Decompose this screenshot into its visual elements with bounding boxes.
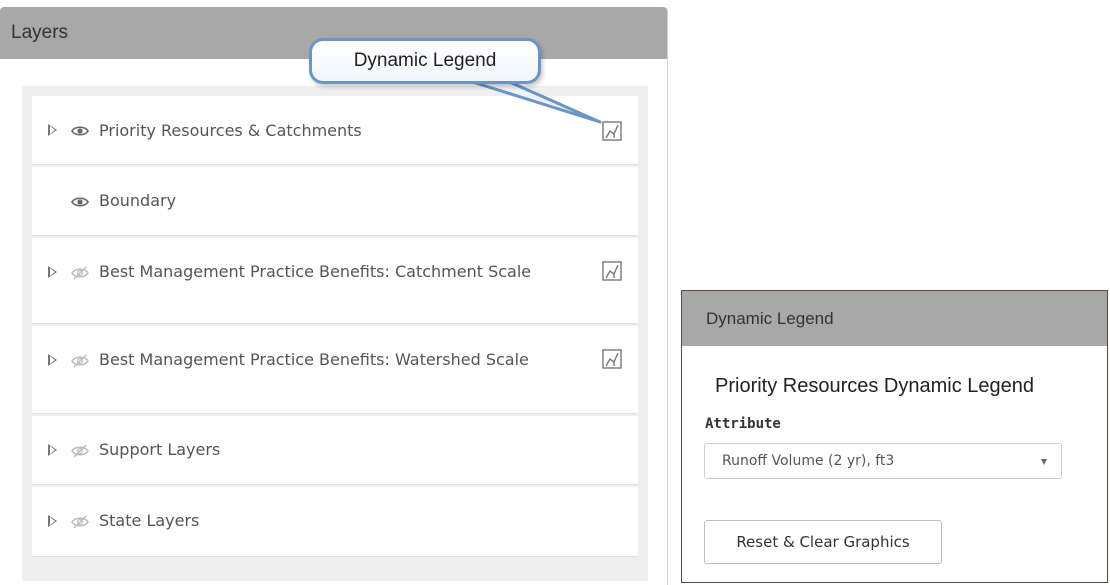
eye-slash-icon[interactable] [71,354,89,368]
layer-label: Boundary [99,191,177,210]
layers-panel-title: Layers [11,22,69,43]
attribute-label: Attribute [705,416,781,432]
layer-label: Support Layers [99,440,221,459]
attribute-select[interactable]: Runoff Volume (2 yr), ft3 [704,443,1062,479]
eye-slash-icon[interactable] [71,515,89,529]
dynamic-legend-icon[interactable] [601,348,623,370]
eye-icon[interactable] [71,195,89,209]
layer-row-priority-resources[interactable]: Priority Resources & Catchments [32,96,638,165]
caret-right-icon[interactable] [48,354,57,366]
layer-label: Best Management Practice Benefits: Water… [99,350,529,369]
caret-right-icon[interactable] [48,444,57,456]
dynamic-legend-icon[interactable] [601,120,623,142]
reset-button-label: Reset & Clear Graphics [736,533,910,551]
dynamic-legend-panel: Dynamic Legend Priority Resources Dynami… [681,290,1108,583]
layer-label: State Layers [99,511,200,530]
callout-text: Dynamic Legend [353,50,497,71]
layer-row-state-layers[interactable]: State Layers [32,487,638,557]
dynamic-legend-icon[interactable] [601,260,623,282]
layer-row-bmp-catchment[interactable]: Best Management Practice Benefits: Catch… [32,238,638,324]
layer-label: Best Management Practice Benefits: Catch… [99,262,532,281]
dynamic-legend-callout: Dynamic Legend [309,38,541,84]
layer-list: Priority Resources & Catchments Boundary [22,86,648,581]
layer-label: Priority Resources & Catchments [99,121,362,140]
legend-heading: Priority Resources Dynamic Legend [715,375,1035,397]
caret-right-icon[interactable] [48,266,57,278]
attribute-selected-value: Runoff Volume (2 yr), ft3 [722,453,895,469]
caret-right-icon[interactable] [48,515,57,527]
eye-icon[interactable] [71,124,89,138]
layer-row-bmp-watershed[interactable]: Best Management Practice Benefits: Water… [32,326,638,414]
eye-slash-icon[interactable] [71,444,89,458]
reset-clear-graphics-button[interactable]: Reset & Clear Graphics [704,520,942,564]
layer-row-support-layers[interactable]: Support Layers [32,416,638,485]
chevron-down-icon [1041,459,1047,465]
layers-panel: Layers Priority Resources & Catchments B… [0,7,668,585]
layer-row-boundary[interactable]: Boundary [32,167,638,236]
dynamic-legend-panel-title: Dynamic Legend [706,308,834,328]
dynamic-legend-panel-header: Dynamic Legend [682,291,1107,346]
eye-slash-icon[interactable] [71,266,89,280]
caret-right-icon[interactable] [48,124,57,136]
